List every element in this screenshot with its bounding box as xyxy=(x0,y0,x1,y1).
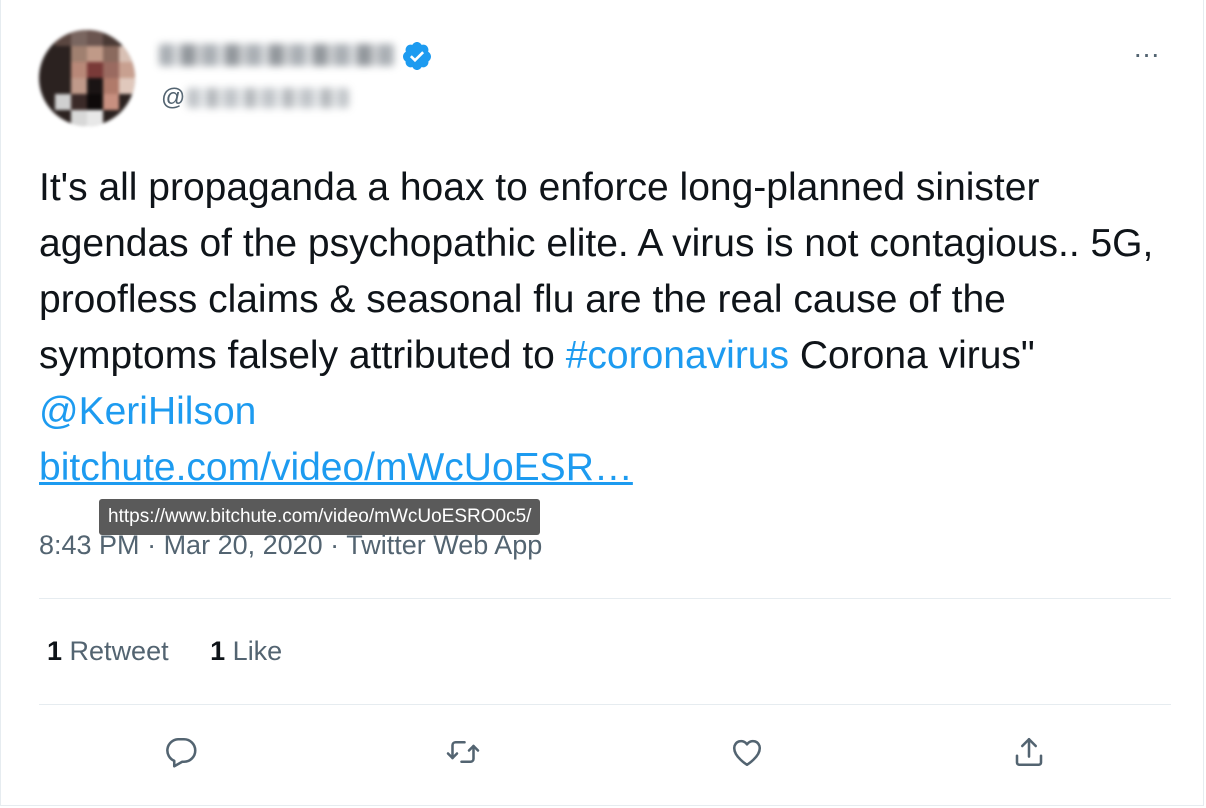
like-button[interactable] xyxy=(727,732,767,772)
divider xyxy=(39,704,1171,705)
likes-label: Like xyxy=(232,636,283,666)
reply-button[interactable] xyxy=(161,732,201,772)
share-button[interactable] xyxy=(1009,732,1049,772)
url-link[interactable]: bitchute.com/video/mWcUoESR… xyxy=(39,446,633,489)
divider xyxy=(39,598,1171,599)
display-name[interactable] xyxy=(159,44,395,66)
hashtag-link[interactable]: #coronavirus xyxy=(566,334,789,377)
retweets-stat[interactable]: 1 Retweet xyxy=(47,636,169,667)
share-icon xyxy=(1015,737,1043,767)
handle[interactable] xyxy=(187,88,349,108)
retweet-icon xyxy=(446,740,480,764)
more-options-icon[interactable]: ... xyxy=(1127,34,1167,68)
heart-icon xyxy=(732,739,762,767)
tweet-card: @ ... It's all propaganda a hoax to enfo… xyxy=(0,0,1204,806)
avatar[interactable] xyxy=(39,30,135,126)
retweets-count: 1 xyxy=(47,636,63,666)
retweets-label: Retweet xyxy=(69,636,169,666)
tweet-stats: 1 Retweet 1 Like xyxy=(47,636,316,667)
tweet-text-body-2: Corona virus" xyxy=(789,334,1035,377)
verified-badge-icon xyxy=(403,42,431,70)
mention-link[interactable]: @KeriHilson xyxy=(39,390,256,433)
retweet-button[interactable] xyxy=(443,732,483,772)
likes-stat[interactable]: 1 Like xyxy=(210,636,282,667)
likes-count: 1 xyxy=(210,636,226,666)
reply-icon xyxy=(166,737,197,768)
handle-prefix: @ xyxy=(161,84,186,111)
tweet-text: It's all propaganda a hoax to enforce lo… xyxy=(39,160,1169,496)
url-tooltip: https://www.bitchute.com/video/mWcUoESRO… xyxy=(99,499,541,535)
